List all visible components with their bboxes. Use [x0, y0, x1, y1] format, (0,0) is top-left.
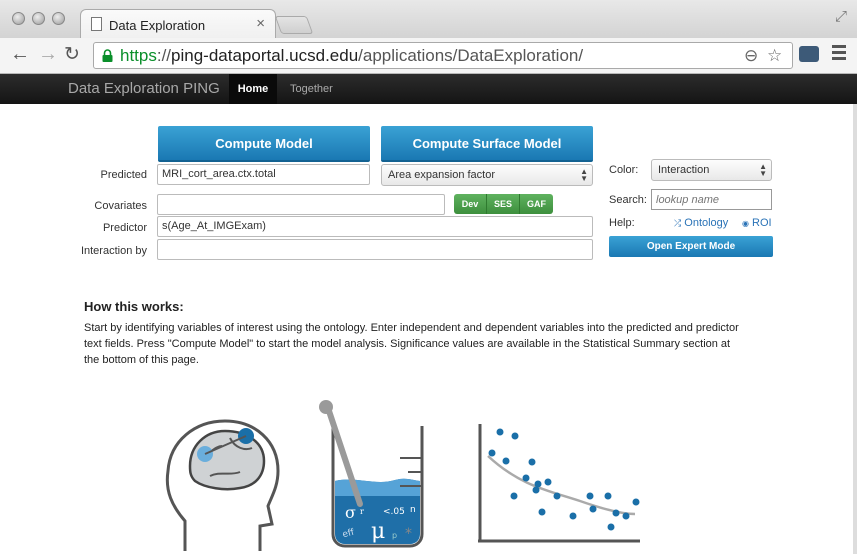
illustration: σ r <.05 n μ p * eff	[165, 400, 640, 551]
how-this-works-heading: How this works:	[84, 299, 184, 314]
color-label: Color:	[609, 164, 639, 176]
lookup-search-input[interactable]	[651, 189, 772, 210]
beaker-symbol: n	[410, 505, 416, 515]
roi-link[interactable]: ◉ ROI	[742, 217, 772, 229]
browser-tab[interactable]: Data Exploration ×	[80, 9, 276, 39]
forward-icon[interactable]: →	[38, 43, 58, 66]
reload-icon[interactable]: ↻	[64, 43, 80, 66]
url-text: https://ping-dataportal.ucsd.edu/applica…	[120, 46, 584, 65]
close-window-icon[interactable]	[12, 12, 25, 25]
select-arrows-icon: ▲ ▼	[759, 162, 767, 178]
beaker-symbol: r	[360, 507, 364, 516]
shuffle-icon: ⤮	[674, 218, 682, 228]
ses-button[interactable]: SES	[487, 194, 520, 214]
surface-measure-select[interactable]: Area expansion factor ▲ ▼	[381, 164, 593, 186]
predicted-label: Predicted	[100, 169, 147, 181]
ontology-link[interactable]: ⤮ Ontology	[674, 217, 728, 229]
scrollbar-track[interactable]	[853, 104, 857, 554]
how-this-works-text: Start by identifying variables of intere…	[84, 322, 739, 366]
zoom-window-icon[interactable]	[52, 12, 65, 25]
scatter-plot-icon	[478, 424, 640, 543]
back-icon[interactable]: ←	[10, 43, 30, 66]
lock-icon	[102, 49, 113, 62]
chrome-menu-icon[interactable]	[832, 45, 846, 63]
search-label: Search:	[609, 194, 647, 206]
browser-titlebar: Data Exploration × ⤢	[0, 0, 857, 39]
bookmark-star-icon[interactable]: ☆	[767, 46, 782, 66]
roi-icon: ◉	[742, 219, 749, 228]
fullscreen-icon[interactable]: ⤢	[835, 8, 847, 25]
tab-title: Data Exploration	[109, 18, 206, 33]
covariates-label: Covariates	[94, 200, 147, 212]
app-navbar: Data Exploration PING Home Together	[0, 74, 857, 104]
beaker-symbol: μ	[371, 519, 385, 544]
nav-together[interactable]: Together	[290, 74, 333, 104]
covariate-button-group: Dev SES GAF	[454, 194, 553, 214]
brain-head-icon	[165, 419, 280, 551]
select-arrows-icon: ▲ ▼	[580, 167, 588, 183]
beaker-icon: σ r <.05 n μ p * eff	[319, 400, 424, 548]
address-bar[interactable]: https://ping-dataportal.ucsd.edu/applica…	[93, 42, 793, 69]
color-select[interactable]: Interaction ▲ ▼	[651, 159, 772, 181]
search-zoom-icon[interactable]: ⊖	[744, 46, 758, 66]
new-tab-button[interactable]	[274, 16, 314, 34]
interaction-input[interactable]	[157, 239, 593, 260]
beaker-symbol: p	[392, 531, 397, 540]
beaker-symbol: σ	[345, 503, 356, 522]
predictor-label: Predictor	[102, 222, 147, 234]
covariates-input[interactable]	[157, 194, 445, 215]
dev-button[interactable]: Dev	[454, 194, 487, 214]
gaf-button[interactable]: GAF	[520, 194, 553, 214]
help-label: Help:	[609, 217, 635, 229]
interaction-label: Interaction by	[80, 245, 147, 257]
minimize-window-icon[interactable]	[32, 12, 45, 25]
close-tab-icon[interactable]: ×	[256, 15, 265, 32]
nav-home[interactable]: Home	[229, 74, 277, 104]
compute-model-button[interactable]: Compute Model	[158, 126, 370, 162]
document-icon	[91, 17, 102, 31]
browser-toolbar: ← → ↻ https://ping-dataportal.ucsd.edu/a…	[0, 38, 857, 74]
app-brand[interactable]: Data Exploration PING	[68, 80, 220, 97]
beaker-symbol: *	[405, 526, 412, 542]
compute-surface-model-button[interactable]: Compute Surface Model	[381, 126, 593, 162]
camera-extension-icon[interactable]	[799, 46, 819, 62]
predicted-input[interactable]: MRI_cort_area.ctx.total	[157, 164, 370, 185]
beaker-symbol: <.05	[383, 507, 405, 517]
open-expert-mode-button[interactable]: Open Expert Mode	[609, 236, 773, 257]
predictor-input[interactable]: s(Age_At_IMGExam)	[157, 216, 593, 237]
